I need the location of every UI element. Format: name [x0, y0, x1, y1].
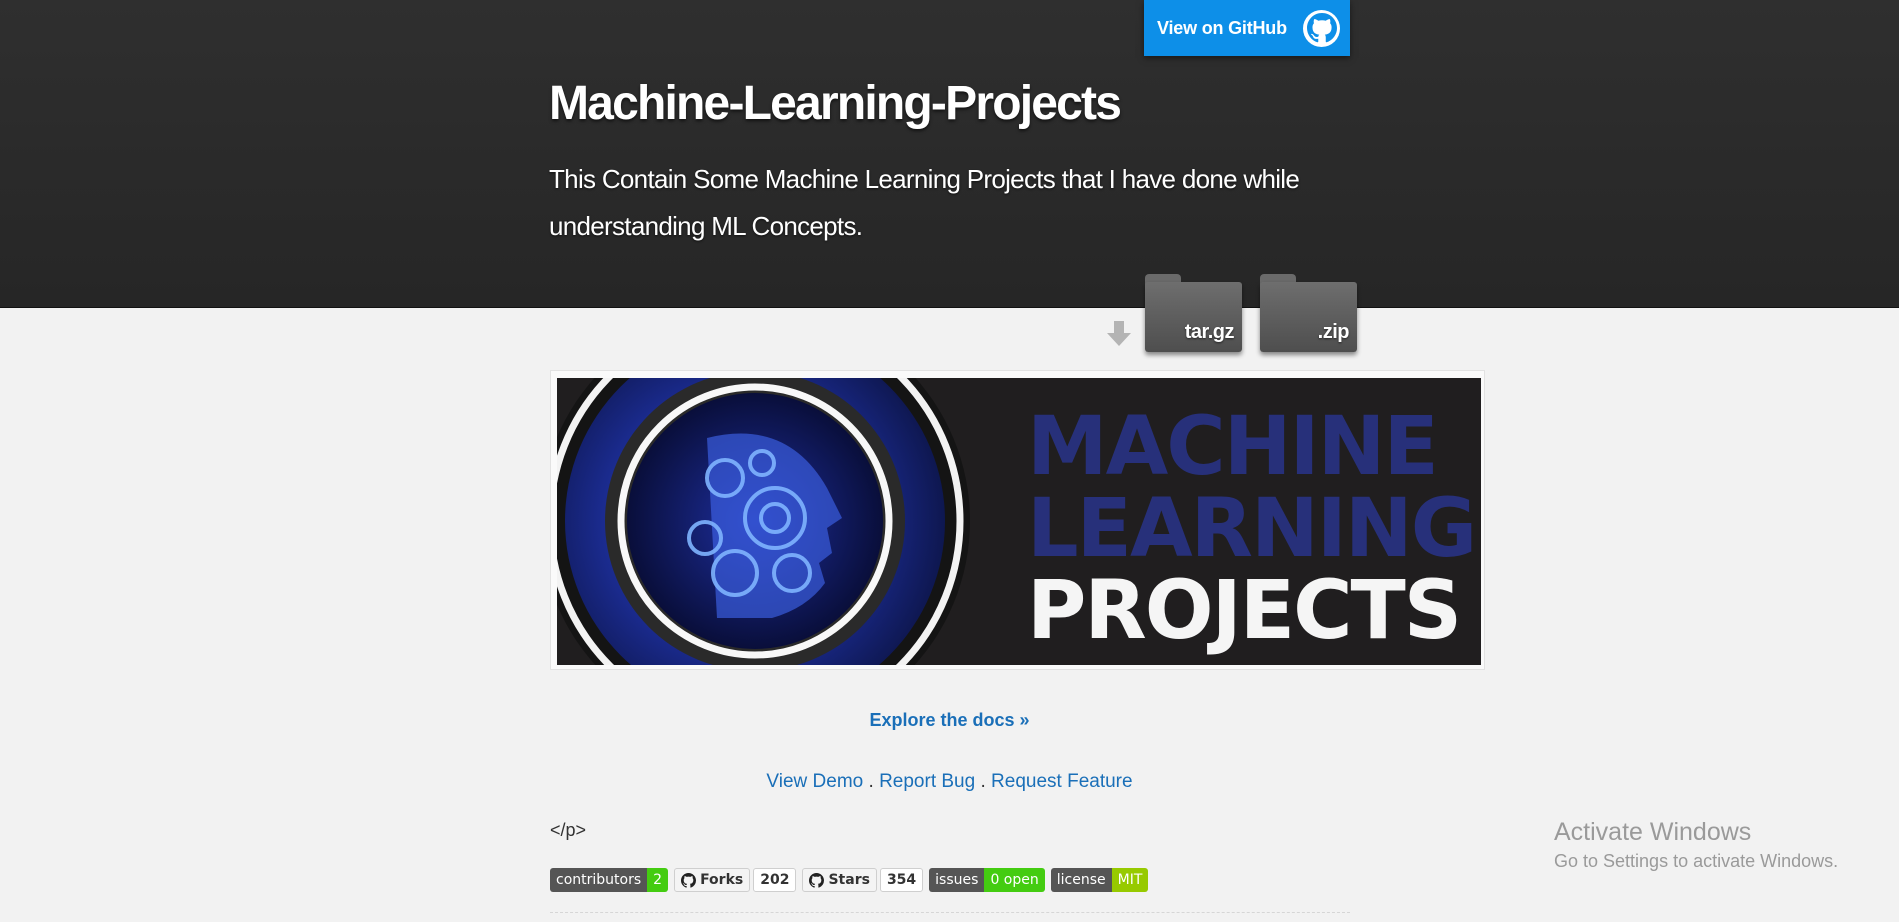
folder-icon: tar.gz	[1145, 282, 1242, 352]
badge-value: 354	[879, 868, 924, 892]
banner-text: MACHINE LEARNING PROJECTS	[1027, 400, 1477, 658]
badge-label: Forks	[700, 872, 744, 888]
badge-label: contributors	[550, 868, 648, 892]
github-icon	[809, 872, 825, 888]
watermark-subtitle: Go to Settings to activate Windows.	[1554, 851, 1839, 871]
banner-line-2: LEARNING	[1027, 482, 1477, 576]
view-demo-link[interactable]: View Demo	[766, 771, 863, 792]
license-badge[interactable]: license MIT	[1050, 868, 1149, 892]
issues-badge[interactable]: issues 0 open	[929, 868, 1045, 892]
stars-label-box: Stars	[802, 868, 877, 892]
badge-value: MIT	[1111, 868, 1149, 892]
section-divider	[550, 912, 1350, 913]
github-icon	[681, 872, 697, 888]
explore-docs-link[interactable]: Explore the docs »	[0, 710, 1899, 731]
badge-value: 202	[753, 868, 797, 892]
folder-icon: .zip	[1260, 282, 1357, 352]
view-on-github-button[interactable]: View on GitHub	[1144, 0, 1350, 56]
stray-html-text: </p>	[550, 820, 587, 840]
download-zip-button[interactable]: .zip	[1260, 274, 1357, 352]
view-on-github-label: View on GitHub	[1157, 17, 1287, 38]
badge-label: license	[1050, 868, 1112, 892]
zip-label: .zip	[1317, 321, 1350, 343]
contributors-badge[interactable]: contributors 2	[550, 868, 669, 892]
download-arrow-icon	[1107, 321, 1131, 352]
watermark-title: Activate Windows	[1554, 818, 1752, 846]
forks-label-box: Forks	[674, 868, 751, 892]
targz-label: tar.gz	[1184, 321, 1235, 343]
project-description: This Contain Some Machine Learning Proje…	[549, 164, 1300, 241]
banner-image: MACHINE LEARNING PROJECTS	[557, 378, 1481, 665]
forks-badge[interactable]: Forks 202	[674, 868, 797, 892]
page-header: View on GitHub Machine-Learning-Projects…	[0, 0, 1899, 308]
request-feature-link[interactable]: Request Feature	[991, 771, 1133, 792]
banner-line-3: PROJECTS	[1027, 564, 1462, 658]
activate-windows-watermark: Activate Windows Go to Settings to activ…	[1554, 818, 1838, 872]
action-links: View Demo . Report Bug . Request Feature	[0, 771, 1899, 793]
badge-value: 0 open	[984, 868, 1045, 892]
link-separator: .	[975, 771, 992, 792]
report-bug-link[interactable]: Report Bug	[879, 771, 975, 792]
badge-label: issues	[929, 868, 985, 892]
badge-row: contributors 2 Forks 202 Stars 354 issue…	[550, 868, 1149, 892]
github-icon	[1303, 9, 1340, 47]
banner-line-1: MACHINE	[1027, 400, 1439, 494]
project-title: Machine-Learning-Projects	[549, 77, 1122, 130]
download-targz-button[interactable]: tar.gz	[1145, 274, 1242, 352]
badge-value: 2	[647, 868, 669, 892]
link-separator: .	[863, 771, 880, 792]
badge-label: Stars	[828, 872, 870, 888]
stars-badge[interactable]: Stars 354	[802, 868, 924, 892]
